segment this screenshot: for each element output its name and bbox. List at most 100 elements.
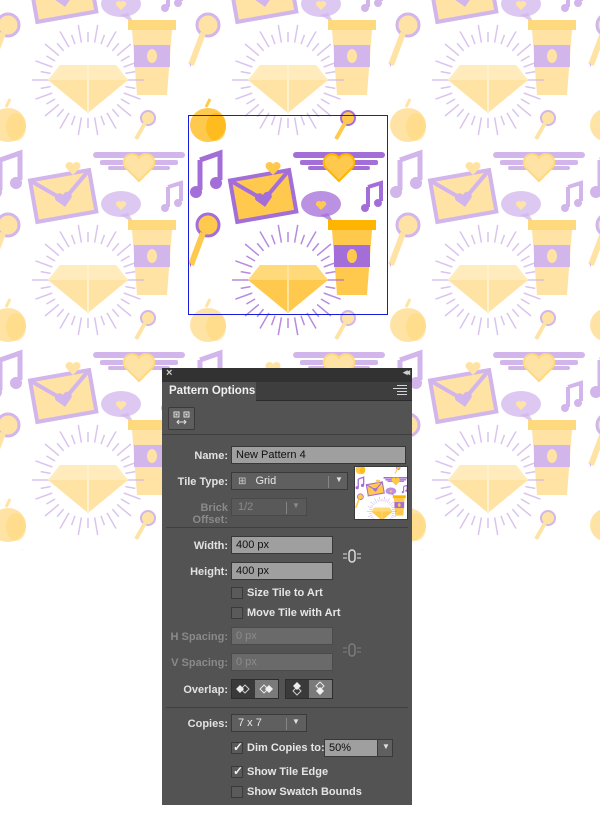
diamond-icon — [48, 465, 128, 513]
copies-dropdown[interactable]: 7 x 7 ▼ — [231, 714, 307, 732]
panel-titlebar[interactable]: × ◂◂ — [162, 367, 412, 382]
chevron-down-icon: ▼ — [382, 742, 390, 751]
copies-label: Copies: — [187, 718, 228, 730]
collapse-icon[interactable]: ◂◂ — [403, 367, 410, 378]
speech-bubble-icon — [301, 191, 341, 223]
size-tile-to-art-label: Size Tile to Art — [247, 587, 323, 599]
music-note-icon — [361, 0, 383, 12]
apple-icon — [390, 98, 426, 142]
key-icon — [534, 310, 556, 340]
music-note-icon — [561, 0, 583, 12]
apple-icon — [590, 309, 600, 341]
winged-heart-icon — [93, 152, 185, 183]
music-note-icon — [161, 0, 183, 12]
winged-heart-icon — [383, 476, 407, 486]
checkmark-icon: ✓ — [233, 740, 244, 754]
apple-icon — [0, 98, 26, 142]
diamond-icon — [248, 65, 328, 113]
move-tile-with-art-label: Move Tile with Art — [247, 607, 341, 619]
music-note-icon — [190, 149, 223, 198]
diamond-icon — [248, 265, 328, 313]
move-tile-with-art-checkbox[interactable] — [231, 607, 243, 619]
dim-copies-input[interactable]: 50% — [324, 739, 378, 757]
speech-bubble-icon — [501, 0, 541, 23]
tab-pattern-options[interactable]: Pattern Options — [162, 382, 256, 402]
coffee-cup-icon — [392, 495, 406, 516]
key-icon — [534, 110, 556, 140]
envelope-icon — [427, 0, 499, 25]
key-icon — [134, 110, 156, 140]
music-note-icon — [590, 157, 600, 198]
coffee-cup-icon — [528, 20, 576, 95]
link-dimensions-icon[interactable] — [343, 549, 361, 563]
name-label: Name: — [194, 450, 228, 462]
music-note-icon — [161, 180, 183, 212]
apple-icon — [190, 98, 226, 142]
envelope-icon — [227, 0, 299, 25]
height-input[interactable]: 400 px — [231, 562, 333, 580]
apple-icon — [0, 498, 26, 542]
swatch-tile — [355, 467, 407, 519]
apple-icon — [390, 298, 426, 342]
key-icon — [534, 510, 556, 540]
pattern-tile-tool-button[interactable] — [168, 407, 195, 430]
key-icon — [388, 212, 421, 267]
music-note-icon — [401, 484, 407, 494]
diamond-icon — [48, 265, 128, 313]
music-note-icon — [561, 180, 583, 212]
tile-type-value: Grid — [255, 475, 277, 487]
diamond-icon — [448, 465, 528, 513]
bottom-in-front-button[interactable] — [309, 680, 332, 698]
winged-heart-icon — [493, 352, 585, 383]
checkmark-icon: ✓ — [233, 764, 244, 778]
dim-copies-checkbox[interactable]: ✓ — [231, 740, 244, 754]
grid-icon: ⊞ — [238, 476, 247, 487]
brick-offset-label: Brick Offset: — [192, 502, 228, 526]
swatch-preview-art — [355, 467, 407, 519]
show-swatch-bounds-checkbox[interactable] — [231, 786, 243, 798]
width-label: Width: — [193, 540, 228, 552]
top-in-front-button[interactable] — [286, 680, 309, 698]
envelope-icon — [27, 0, 99, 25]
key-icon — [188, 212, 221, 267]
envelope-icon — [427, 167, 499, 225]
apple-icon — [590, 509, 600, 541]
width-input[interactable]: 400 px — [231, 536, 333, 554]
right-in-front-button[interactable] — [255, 680, 278, 698]
coffee-cup-icon — [528, 420, 576, 495]
bottom-in-front-icon — [315, 681, 325, 695]
panel-menu-icon[interactable] — [393, 385, 407, 397]
left-in-front-button[interactable] — [232, 680, 255, 698]
apple-icon — [190, 298, 226, 342]
link-spacing-icon[interactable] — [343, 643, 361, 657]
key-icon — [0, 412, 21, 450]
close-icon[interactable]: × — [166, 367, 172, 379]
music-note-icon — [561, 380, 583, 412]
panel-tabbar: Pattern Options — [162, 382, 412, 402]
show-tile-edge-checkbox[interactable]: ✓ — [231, 764, 244, 778]
key-icon — [588, 215, 600, 267]
size-tile-to-art-checkbox[interactable] — [231, 587, 243, 599]
tile-type-dropdown[interactable]: ⊞ Grid ▼ — [231, 472, 348, 490]
envelope-icon — [365, 481, 385, 497]
swatch-preview — [354, 466, 408, 520]
key-icon — [334, 110, 356, 140]
music-note-icon — [0, 149, 23, 197]
name-input[interactable]: New Pattern 4 — [231, 446, 406, 464]
speech-bubble-icon — [101, 0, 141, 23]
brick-offset-dropdown[interactable]: 1/2 ▼ — [231, 498, 307, 516]
horizontal-overlap-group — [231, 679, 279, 699]
left-in-front-icon — [236, 684, 250, 694]
panel-toolbar — [162, 401, 412, 435]
right-in-front-icon — [259, 684, 273, 694]
brick-offset-value: 1/2 — [238, 501, 254, 513]
dim-copies-dropdown-button[interactable]: ▼ — [377, 739, 393, 757]
h-spacing-input[interactable]: 0 px — [231, 627, 333, 645]
chevron-down-icon: ▼ — [292, 717, 300, 726]
v-spacing-input[interactable]: 0 px — [231, 653, 333, 671]
section-divider — [166, 527, 408, 528]
vertical-overlap-group — [285, 679, 333, 699]
h-spacing-label: H Spacing: — [170, 631, 228, 643]
chevron-down-icon: ▼ — [335, 475, 343, 484]
key-icon — [394, 467, 401, 474]
